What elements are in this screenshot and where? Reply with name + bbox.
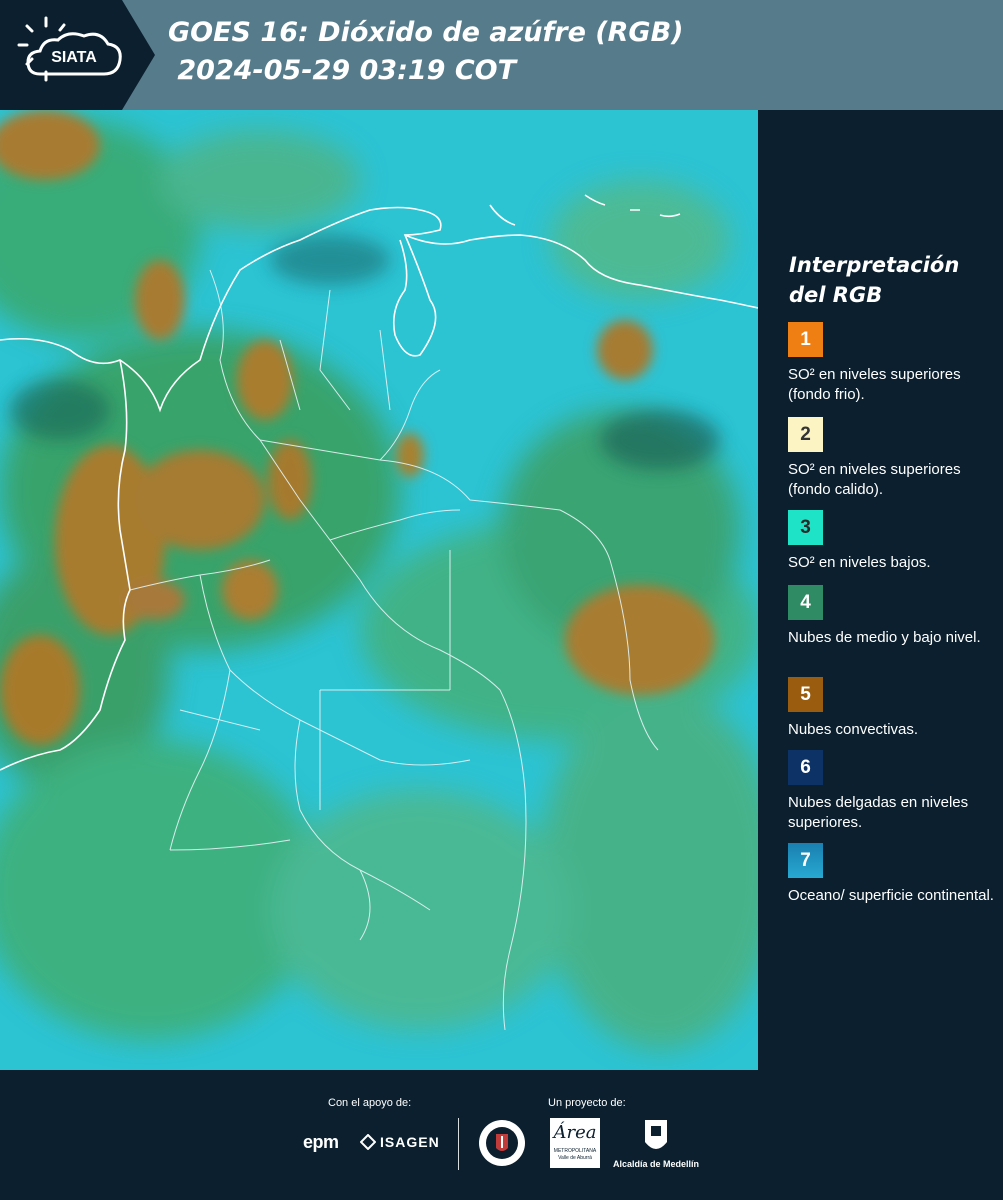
project-label: Un proyecto de: — [548, 1097, 626, 1109]
legend-item-3: 3 SO² en niveles bajos. — [788, 510, 998, 573]
legend-text-4: Nubes de medio y bajo nivel. — [788, 629, 981, 646]
title-line-1: GOES 16: Dióxido de azúfre (RGB) — [168, 17, 684, 48]
title-timestamp: 2024-05-29 03:19 COT — [168, 55, 517, 86]
footer-divider — [458, 1118, 459, 1170]
legend-item-7: 7 Oceano/ superficie continental. — [788, 843, 998, 906]
legend-text-2: SO² en niveles superiores (fondo calido)… — [788, 461, 961, 498]
legend-title-line-2: del RGB — [789, 283, 883, 307]
alcaldia-shield-icon — [645, 1120, 667, 1149]
legend-swatch-5: 5 — [788, 677, 823, 712]
legend-item-1: 1 SO² en niveles superiores (fondo frio)… — [788, 322, 998, 405]
legend-item-5: 5 Nubes convectivas. — [788, 677, 998, 740]
siata-logo: SIATA — [0, 0, 155, 110]
legend-text-7: Oceano/ superficie continental. — [788, 887, 994, 904]
legend-item-2: 2 SO² en niveles superiores (fondo calid… — [788, 417, 998, 502]
legend-item-4: 4 Nubes de medio y bajo nivel. — [788, 585, 998, 648]
header-bar: SIATA GOES 16: Dióxido de azúfre (RGB) 2… — [0, 0, 1003, 110]
svg-text:SIATA: SIATA — [51, 49, 97, 66]
area-metropolitana-logo: Área METROPOLITANA Valle de Aburrá — [550, 1118, 600, 1168]
epm-logo: epm — [303, 1132, 339, 1152]
isagen-icon — [360, 1134, 376, 1150]
legend-swatch-7: 7 — [788, 843, 823, 878]
legend-swatch-2: 2 — [788, 417, 823, 452]
legend-text-3: SO² en niveles bajos. — [788, 554, 931, 571]
legend-swatch-1: 1 — [788, 322, 823, 357]
alcaldia-label: Alcaldía de Medellín — [613, 1159, 700, 1169]
legend-title-line-1: Interpretación — [789, 253, 960, 277]
satellite-image — [0, 110, 758, 1070]
page-title: GOES 16: Dióxido de azúfre (RGB) 2024-05… — [168, 14, 684, 90]
isagen-logo: ISAGEN — [360, 1134, 440, 1150]
legend-text-6: Nubes delgadas en niveles superiores. — [788, 794, 969, 831]
legend-panel: Interpretación del RGB 1 SO² en niveles … — [758, 110, 1003, 1070]
legend-title: Interpretación del RGB — [789, 250, 959, 310]
legend-item-6: 6 Nubes delgadas en niveles superiores. — [788, 750, 998, 833]
legend-text-1: SO² en niveles superiores (fondo frio). — [788, 366, 961, 403]
footer: Con el apoyo de: Un proyecto de: epm ISA… — [0, 1070, 1003, 1200]
legend-swatch-4: 4 — [788, 585, 823, 620]
support-label: Con el apoyo de: — [328, 1097, 412, 1109]
legend-swatch-3: 3 — [788, 510, 823, 545]
legend-text-5: Nubes convectivas. — [788, 721, 919, 738]
legend-swatch-6: 6 — [788, 750, 823, 785]
medellin-seal-icon — [479, 1120, 525, 1166]
